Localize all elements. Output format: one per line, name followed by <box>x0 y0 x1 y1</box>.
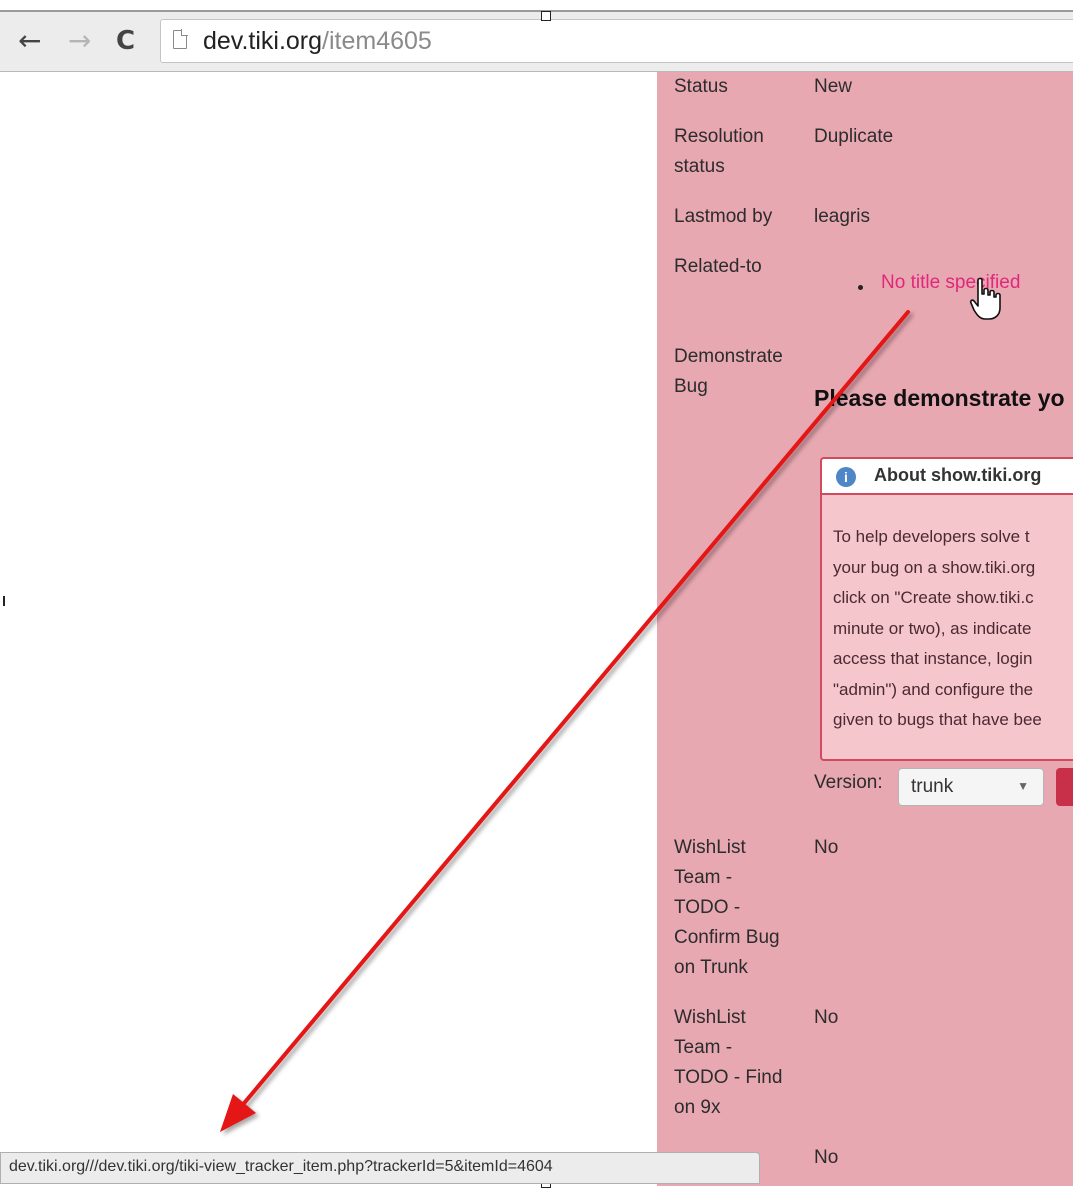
arrow-head <box>220 1094 256 1132</box>
arrow-line <box>238 310 910 1110</box>
hand-cursor-icon <box>969 277 1001 320</box>
arrow-shape <box>220 310 910 1132</box>
annotation-arrow <box>220 310 910 1132</box>
